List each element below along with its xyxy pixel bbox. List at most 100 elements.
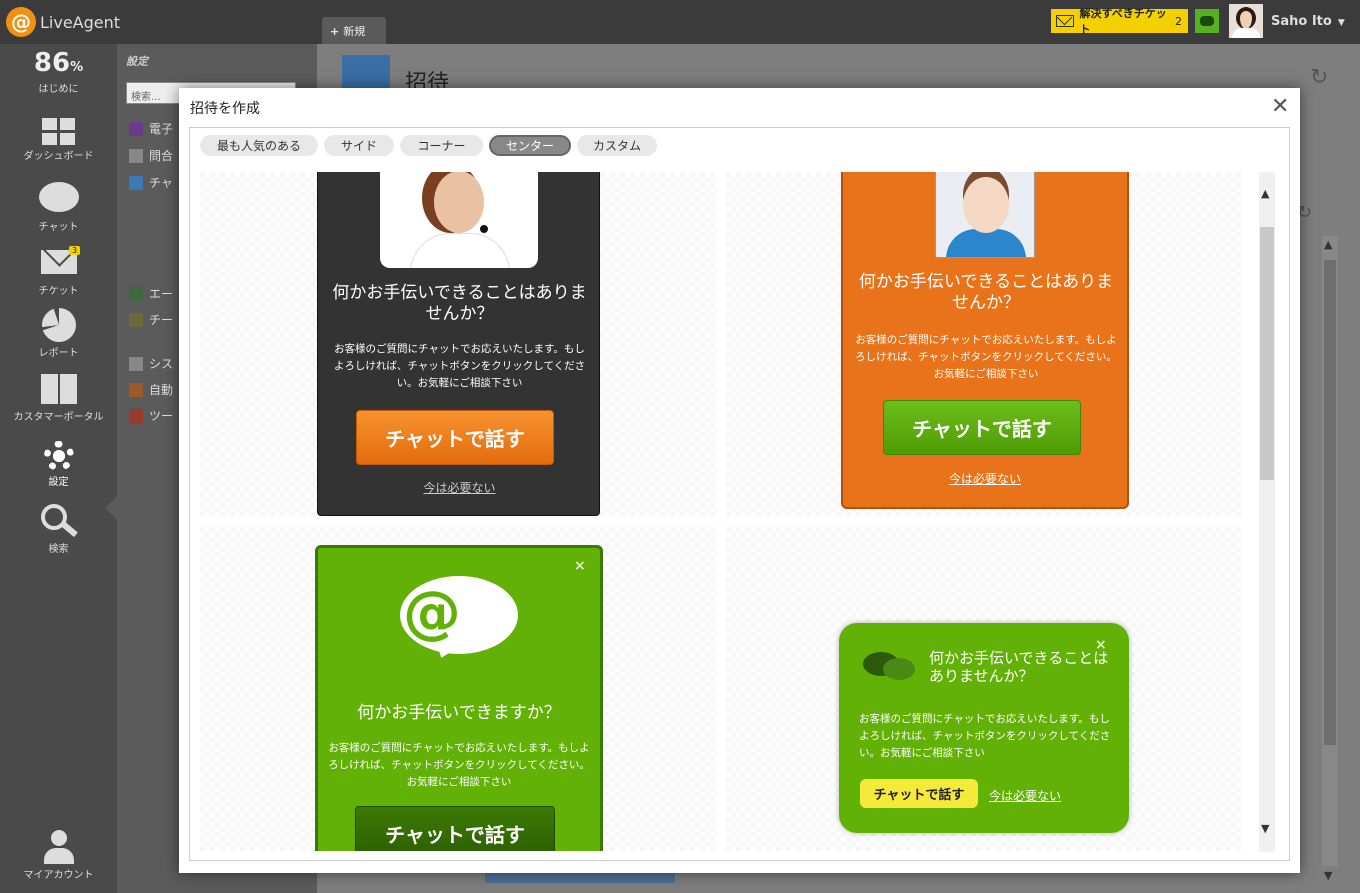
unresolved-tickets-label: 解決すべきチケット bbox=[1079, 7, 1167, 36]
dismiss-link[interactable]: 今は必要ない bbox=[318, 479, 601, 496]
template-cell-green-compact[interactable]: × 何かお手伝いできることはありませんか？ お客様のご質問にチャットでお応えいた… bbox=[726, 527, 1242, 851]
settings-item-label: チャ bbox=[149, 176, 173, 190]
settings-item-label: シス bbox=[149, 357, 174, 371]
nav-label: マイアカウント bbox=[23, 870, 94, 881]
scroll-down-icon[interactable]: ▼ bbox=[1324, 869, 1332, 882]
scroll-thumb[interactable] bbox=[1324, 260, 1336, 745]
chat-bubble-icon bbox=[1200, 16, 1214, 26]
nav-chat[interactable]: チャット bbox=[0, 182, 117, 233]
settings-item[interactable]: 問合 bbox=[129, 147, 173, 164]
unresolved-tickets-button[interactable]: 解決すべきチケット 2 bbox=[1051, 7, 1188, 36]
chat-icon bbox=[129, 175, 143, 190]
nav-dashboard[interactable]: ダッシュボード bbox=[0, 118, 117, 162]
settings-item-label: ツー bbox=[149, 409, 174, 423]
card-body: お客様のご質問にチャットでお応えいたします。もしよろしければ、チャットボタンをク… bbox=[855, 334, 1117, 380]
card-heading: 何かお手伝いできますか？ bbox=[357, 703, 561, 723]
nav-settings[interactable]: 設定 bbox=[0, 441, 117, 488]
gear-icon bbox=[43, 441, 74, 471]
nav-label: ダッシュボード bbox=[23, 151, 94, 162]
scroll-up-icon[interactable]: ▲ bbox=[1324, 238, 1332, 251]
dismiss-link[interactable]: 今は必要ない bbox=[843, 470, 1127, 487]
invitation-card-green-logo: × @ 何かお手伝いできますか？ お客様のご質問にチャットでお応えいたします。も… bbox=[315, 545, 603, 851]
close-icon[interactable]: × bbox=[574, 558, 586, 574]
scroll-thumb[interactable] bbox=[1260, 227, 1274, 480]
settings-item[interactable]: チー bbox=[129, 311, 173, 328]
search-icon bbox=[39, 504, 79, 538]
active-indicator bbox=[105, 496, 117, 520]
chat-bubbles-icon bbox=[861, 650, 919, 686]
nav-label: カスタマーポータル bbox=[13, 412, 104, 423]
chevron-down-icon: ▼ bbox=[1337, 18, 1345, 28]
template-cell-green-logo[interactable]: × @ 何かお手伝いできますか？ お客様のご質問にチャットでお応えいたします。も… bbox=[200, 527, 716, 851]
tools-icon bbox=[129, 408, 143, 423]
settings-item-label: 自動 bbox=[149, 383, 174, 397]
settings-panel-title: 設定 bbox=[126, 55, 148, 68]
page-scrollbar[interactable]: ▲ ▼ bbox=[1322, 236, 1338, 882]
card-body: お客様のご質問にチャットでお応えいたします。もしよろしければ、チャットボタンをク… bbox=[328, 742, 590, 788]
person-icon bbox=[43, 830, 74, 864]
nav-label: 検索 bbox=[48, 544, 69, 555]
new-tab[interactable]: + 新規 bbox=[322, 17, 386, 44]
liveagent-logo[interactable]: @ LiveAgent bbox=[6, 7, 120, 37]
nav-getting-started[interactable]: 86% はじめに bbox=[0, 48, 117, 95]
nav-reports[interactable]: レポート bbox=[0, 308, 117, 359]
tab-custom[interactable]: カスタム bbox=[577, 135, 657, 156]
scroll-down-icon[interactable]: ▼ bbox=[1261, 822, 1269, 835]
nav-label: チャット bbox=[38, 222, 79, 233]
settings-item-label: 問合 bbox=[149, 149, 174, 163]
settings-item[interactable]: 電子 bbox=[129, 120, 173, 137]
tab-corner[interactable]: コーナー bbox=[400, 135, 483, 156]
refresh-icon[interactable]: ↻ bbox=[1310, 65, 1328, 90]
template-cell-dark[interactable]: 何かお手伝いできることはありませんか？ お客様のご質問にチャットでお応えいたしま… bbox=[200, 172, 716, 517]
settings-item-label: チー bbox=[149, 313, 174, 327]
chat-button[interactable]: チャットで話す bbox=[356, 410, 554, 465]
app-name: LiveAgent bbox=[40, 12, 121, 32]
at-icon bbox=[129, 121, 143, 136]
nav-tickets[interactable]: 3 チケット bbox=[0, 246, 117, 297]
agent-photo bbox=[380, 172, 538, 268]
template-grid: 何かお手伝いできることはありませんか？ お客様のご質問にチャットでお応えいたしま… bbox=[200, 172, 1242, 851]
card-body: お客様のご質問にチャットでお応えいたします。もしよろしければ、チャットボタンをク… bbox=[333, 343, 586, 389]
envelope-icon bbox=[1056, 15, 1074, 27]
nav-label: チケット bbox=[38, 286, 79, 297]
form-icon bbox=[129, 148, 143, 163]
chat-button[interactable]: チャットで話す bbox=[883, 400, 1081, 455]
card-heading: 何かお手伝いできることはありませんか？ bbox=[858, 272, 1114, 313]
chat-status-button[interactable] bbox=[1195, 9, 1219, 33]
invitation-card-dark: 何かお手伝いできることはありませんか？ お客様のご質問にチャットでお応えいたしま… bbox=[317, 172, 600, 516]
invitation-card-green-compact: × 何かお手伝いできることはありませんか？ お客様のご質問にチャットでお応えいた… bbox=[839, 623, 1129, 833]
nav-customer-portal[interactable]: カスタマーポータル bbox=[0, 374, 117, 423]
settings-item[interactable]: チャ bbox=[129, 174, 173, 191]
chat-button[interactable]: チャットで話す bbox=[860, 779, 978, 808]
nav-label: レポート bbox=[38, 348, 79, 359]
nav-my-account[interactable]: マイアカウント bbox=[0, 830, 117, 881]
dialog-scrollbar[interactable]: ▲ ▼ bbox=[1259, 172, 1275, 852]
settings-item[interactable]: ツー bbox=[129, 407, 173, 424]
settings-item-label: 電子 bbox=[149, 122, 174, 136]
folder-icon bbox=[129, 312, 143, 327]
tab-most-popular[interactable]: 最も人気のある bbox=[200, 135, 318, 156]
cog-icon bbox=[129, 356, 143, 371]
liveagent-logo: @ bbox=[400, 576, 518, 674]
user-name: Saho Ito bbox=[1271, 14, 1332, 29]
nav-label: 設定 bbox=[48, 477, 69, 488]
agents-icon bbox=[129, 286, 143, 301]
settings-item[interactable]: 自動 bbox=[129, 381, 173, 398]
settings-item[interactable]: エー bbox=[129, 285, 173, 302]
progress-unit: % bbox=[70, 60, 84, 75]
chat-button[interactable]: チャットで話す bbox=[355, 806, 555, 851]
user-avatar[interactable] bbox=[1229, 4, 1263, 38]
nav-search[interactable]: 検索 bbox=[0, 504, 117, 555]
user-menu[interactable]: Saho Ito ▼ bbox=[1271, 14, 1345, 29]
tab-side[interactable]: サイド bbox=[324, 135, 394, 156]
template-cell-orange[interactable]: 何かお手伝いできることはありませんか？ お客様のご質問にチャットでお応えいたしま… bbox=[726, 172, 1242, 517]
dialog-body: 最も人気のある サイド コーナー センター カスタム 何かお手伝いできることはあ… bbox=[189, 127, 1290, 861]
close-icon[interactable]: ✕ bbox=[1271, 94, 1289, 120]
dismiss-link[interactable]: 今は必要ない bbox=[989, 787, 1061, 804]
dialog-title: 招待を作成 bbox=[190, 101, 260, 117]
tab-center[interactable]: センター bbox=[489, 135, 571, 156]
settings-item[interactable]: シス bbox=[129, 355, 173, 372]
scroll-up-icon[interactable]: ▲ bbox=[1261, 187, 1269, 200]
at-sign: @ bbox=[403, 578, 461, 646]
logo-icon: @ bbox=[6, 7, 36, 37]
